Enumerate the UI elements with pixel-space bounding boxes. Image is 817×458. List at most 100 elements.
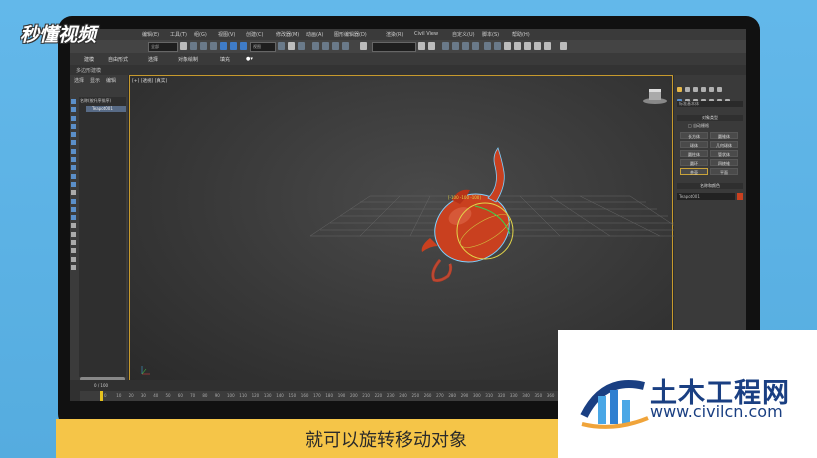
filter-none-icon[interactable]	[71, 206, 76, 212]
menu-item[interactable]: 创建(C)	[246, 31, 263, 38]
box-button[interactable]: 长方体	[680, 132, 708, 139]
select-by-name-icon[interactable]	[190, 42, 197, 50]
menu-item[interactable]: 渲染(R)	[386, 31, 403, 38]
pivot-icon[interactable]	[278, 42, 285, 50]
tube-button[interactable]: 管状体	[710, 150, 738, 157]
rect-select-icon[interactable]	[200, 42, 207, 50]
timeline-tick: 290	[460, 393, 469, 398]
filter-invert-icon[interactable]	[71, 215, 76, 221]
filter-bone-icon[interactable]	[71, 165, 76, 171]
sort-icon[interactable]	[71, 231, 76, 237]
object-color-swatch[interactable]	[737, 193, 743, 200]
window-crossing-icon[interactable]	[210, 42, 217, 50]
filter-xref-icon[interactable]	[71, 157, 76, 163]
ribbon-tab[interactable]: 对象绘制	[178, 56, 198, 63]
primitive-category-dropdown[interactable]: 标准基本体	[677, 101, 743, 107]
curve-editor-icon[interactable]	[462, 42, 469, 50]
ribbon-tab[interactable]: 自由形式	[108, 56, 128, 63]
render-icon[interactable]	[514, 42, 521, 50]
pyramid-button[interactable]: 四棱锥	[710, 159, 738, 166]
filter-frozen-icon[interactable]	[71, 181, 76, 187]
explorer-tab-select[interactable]: 选择	[74, 77, 84, 84]
ribbon-tab[interactable]: 建模	[84, 56, 94, 63]
menu-item[interactable]: 动画(A)	[306, 31, 323, 38]
align-icon[interactable]	[428, 42, 435, 50]
object-name-field[interactable]: Teapot001	[677, 193, 735, 200]
menu-item[interactable]: 脚本(S)	[482, 31, 499, 38]
frame-counter[interactable]: 0 / 100	[94, 383, 108, 388]
filter-camera-icon[interactable]	[71, 123, 76, 129]
menu-bar: 编辑(E) 工具(T) 组(G) 视图(V) 创建(C) 修改器(M) 动画(A…	[70, 29, 746, 40]
filter-all-icon[interactable]	[71, 198, 76, 204]
rotate-icon[interactable]	[230, 42, 237, 50]
ribbon-sub-label[interactable]: 多边形建模	[76, 67, 101, 74]
menu-item[interactable]: Civil View	[414, 31, 438, 37]
explorer-tab-display[interactable]: 显示	[90, 77, 100, 84]
edit-named-selection-icon[interactable]	[360, 42, 367, 50]
teapot-button[interactable]: 茶壶	[680, 168, 708, 175]
menu-item[interactable]: 图形编辑器(D)	[334, 31, 367, 38]
autogrid-checkbox[interactable]: □ 自动栅格	[688, 123, 709, 129]
filter-container-icon[interactable]	[71, 173, 76, 179]
move-icon[interactable]	[220, 42, 227, 50]
filter-warp-icon[interactable]	[71, 140, 76, 146]
timeline-tick: 140	[276, 393, 284, 398]
find-icon[interactable]	[71, 223, 76, 229]
explorer-tab-edit[interactable]: 编辑	[106, 77, 116, 84]
layer-explorer-icon[interactable]	[442, 42, 449, 50]
render-production-icon[interactable]	[524, 42, 531, 50]
name-color-rollout[interactable]: 名称和颜色	[677, 183, 743, 189]
configure-icon[interactable]	[71, 264, 76, 270]
named-selection-dropdown[interactable]	[372, 42, 416, 52]
a360-icon[interactable]	[534, 42, 541, 50]
plane-button[interactable]: 平面	[710, 168, 738, 175]
time-slider-handle[interactable]	[100, 391, 103, 401]
select-manipulate-icon[interactable]	[288, 42, 295, 50]
schematic-view-icon[interactable]	[472, 42, 479, 50]
snap-toggle-icon[interactable]	[312, 42, 319, 50]
select-icon[interactable]	[180, 42, 187, 50]
ribbon-tab[interactable]: 填充	[220, 56, 230, 63]
menu-item[interactable]: 编辑(E)	[142, 31, 159, 38]
funnel-icon[interactable]	[71, 256, 76, 262]
keyboard-shortcut-icon[interactable]	[298, 42, 305, 50]
angle-snap-icon[interactable]	[322, 42, 329, 50]
mirror-icon[interactable]	[418, 42, 425, 50]
scene-object-list: 名称(按升序排序) Teapot001	[79, 97, 126, 377]
menu-item[interactable]: 工具(T)	[170, 31, 187, 38]
menu-item[interactable]: 组(G)	[194, 31, 207, 38]
filter-geometry-icon[interactable]	[71, 99, 76, 104]
menu-item[interactable]: 自定义(U)	[452, 31, 475, 38]
material-editor-icon[interactable]	[484, 42, 491, 50]
cylinder-button[interactable]: 圆柱体	[680, 150, 708, 157]
display-children-icon[interactable]	[71, 240, 76, 246]
reference-coord-dropdown[interactable]: 视图	[250, 42, 276, 52]
filter-group-icon[interactable]	[71, 148, 76, 154]
menu-item[interactable]: 修改器(M)	[276, 31, 299, 38]
ribbon-tab[interactable]: 选择	[148, 56, 158, 63]
ribbon-toggle-icon[interactable]	[452, 42, 459, 50]
filter-hidden-icon[interactable]	[71, 190, 76, 196]
render-setup-icon[interactable]	[494, 42, 501, 50]
object-type-rollout[interactable]: 对象类型	[677, 115, 743, 121]
rendered-frame-icon[interactable]	[504, 42, 511, 50]
geosphere-button[interactable]: 几何球体	[710, 141, 738, 148]
scale-icon[interactable]	[240, 42, 247, 50]
list-header[interactable]: 名称(按升序排序)	[80, 98, 111, 104]
percent-snap-icon[interactable]	[332, 42, 339, 50]
list-item[interactable]: Teapot001	[86, 106, 126, 112]
filter-light-icon[interactable]	[71, 115, 76, 121]
spinner-snap-icon[interactable]	[342, 42, 349, 50]
filter-helper-icon[interactable]	[71, 132, 76, 138]
cone-button[interactable]: 圆锥体	[710, 132, 738, 139]
sphere-button[interactable]: 球体	[680, 141, 708, 148]
extra-tool-icon[interactable]	[544, 42, 551, 50]
display-influences-icon[interactable]	[71, 248, 76, 254]
filter-shape-icon[interactable]	[71, 107, 76, 113]
menu-item[interactable]: 视图(V)	[218, 31, 235, 38]
selection-filter-dropdown[interactable]: 全部	[148, 42, 178, 52]
menu-item[interactable]: 帮助(H)	[512, 31, 530, 38]
more-tool-icon[interactable]	[560, 42, 567, 50]
torus-button[interactable]: 圆环	[680, 159, 708, 166]
ribbon-options-icon[interactable]: ●▾	[246, 56, 253, 62]
